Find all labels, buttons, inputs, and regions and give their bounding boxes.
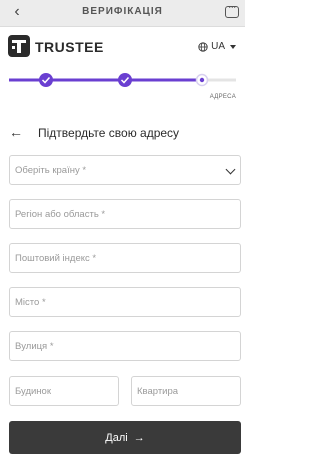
country-select[interactable]: Оберіть країну * xyxy=(9,155,241,185)
chevron-down-icon xyxy=(225,164,236,175)
chevron-down-icon xyxy=(230,44,236,49)
top-bar: ‹ ВЕРИФІКАЦІЯ xyxy=(0,0,245,27)
form-header: ← Підтвердьте свою адресу xyxy=(9,124,236,144)
language-code: UA xyxy=(211,41,225,52)
step-2-complete-icon xyxy=(118,73,132,87)
house-placeholder: Будинок xyxy=(15,386,51,397)
brand-name: TRUSTEE xyxy=(35,39,104,55)
postal-code-field[interactable]: Поштовий індекс * xyxy=(9,243,241,273)
next-button-label: Далі xyxy=(105,431,128,444)
city-field[interactable]: Місто * xyxy=(9,287,241,317)
arrow-right-icon: → xyxy=(133,431,145,444)
language-selector[interactable]: UA xyxy=(198,41,236,52)
region-placeholder: Регіон або область * xyxy=(15,209,106,220)
street-placeholder: Вулиця * xyxy=(15,341,54,352)
page-title: ВЕРИФІКАЦІЯ xyxy=(82,6,163,17)
step-1-complete-icon xyxy=(39,73,53,87)
postal-code-placeholder: Поштовий індекс * xyxy=(15,253,97,264)
apartment-field[interactable]: Квартира xyxy=(131,376,241,406)
current-step-label: АДРЕСА xyxy=(209,94,236,100)
trustee-logo-icon xyxy=(8,35,30,57)
next-button[interactable]: Далі → xyxy=(9,421,241,454)
house-field[interactable]: Будинок xyxy=(9,376,119,406)
street-field[interactable]: Вулиця * xyxy=(9,331,241,361)
back-arrow-icon[interactable]: ← xyxy=(9,124,23,140)
country-placeholder: Оберіть країну * xyxy=(15,165,87,176)
progress-track xyxy=(9,73,236,87)
chat-icon[interactable] xyxy=(225,2,239,18)
region-field[interactable]: Регіон або область * xyxy=(9,199,241,229)
form-heading: Підтвердьте свою адресу xyxy=(38,126,180,140)
city-placeholder: Місто * xyxy=(15,297,46,308)
apartment-placeholder: Квартира xyxy=(137,386,179,397)
progress-stepper: АДРЕСА xyxy=(0,65,245,105)
back-arrow-icon[interactable]: ‹ xyxy=(9,3,25,21)
globe-icon xyxy=(198,41,208,52)
